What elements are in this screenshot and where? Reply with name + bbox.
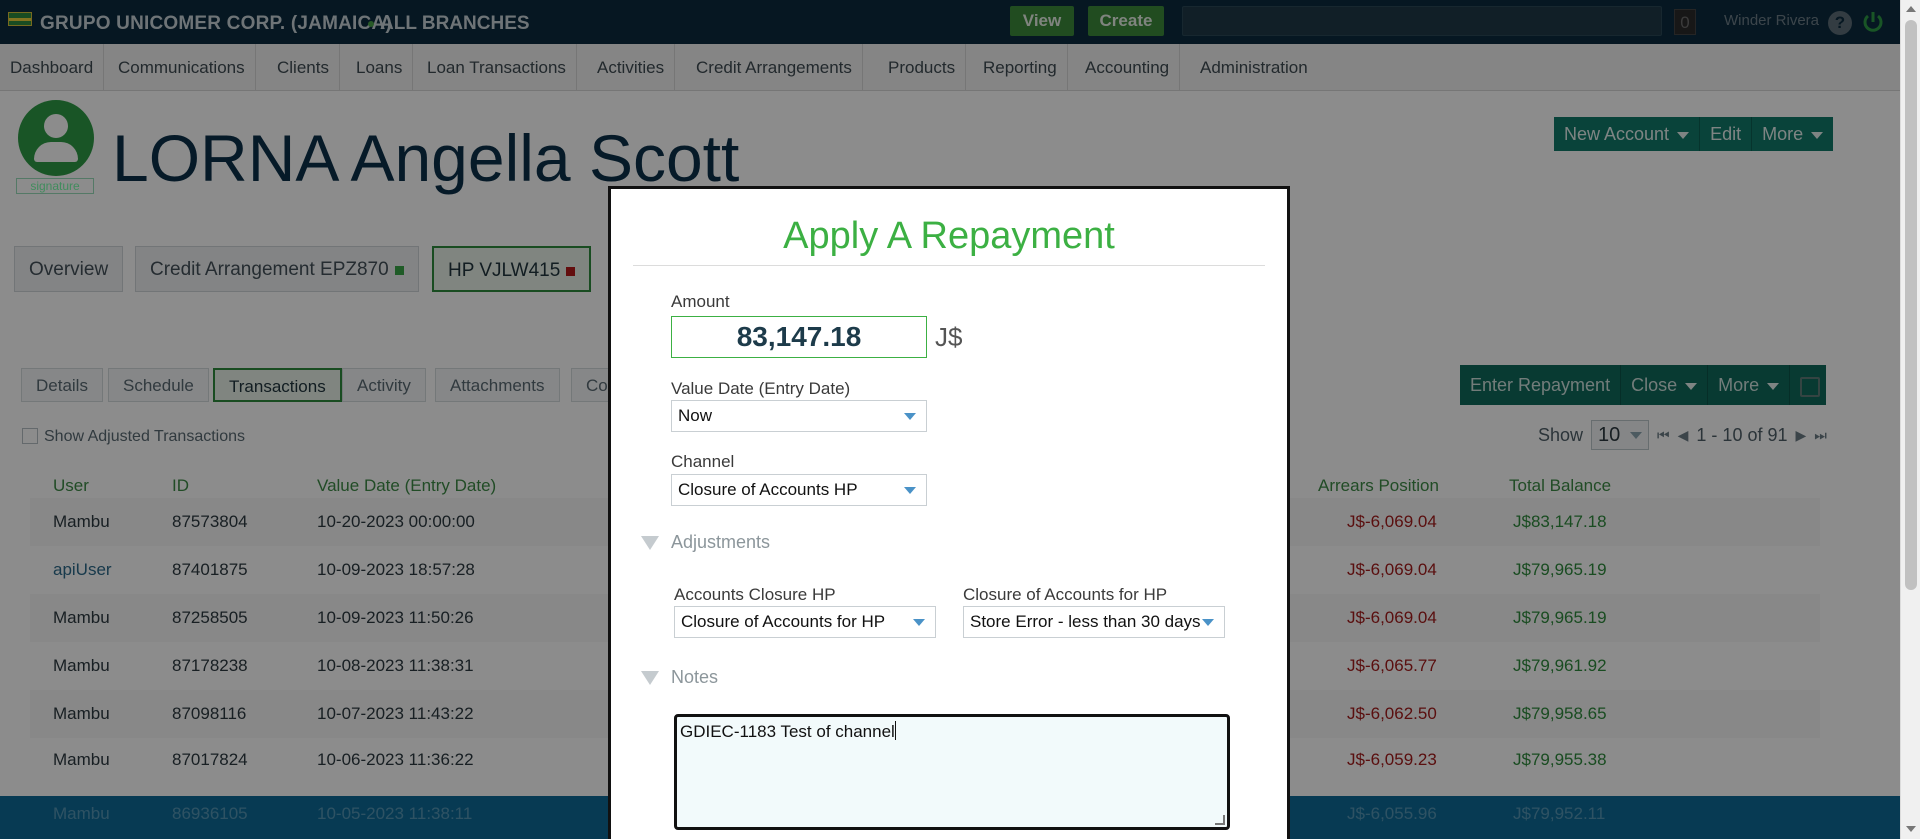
notes-textarea[interactable]: GDIEC-1183 Test of channel — [674, 714, 1230, 830]
amount-label: Amount — [671, 292, 730, 311]
dialog-title: Apply A Repayment — [783, 215, 1115, 257]
accounts-closure-value: Closure of Accounts for HP — [681, 612, 886, 631]
collapse-triangle-icon — [641, 671, 659, 685]
accounts-closure-label: Accounts Closure HP — [674, 585, 836, 604]
notes-text: GDIEC-1183 Test of channel — [680, 722, 895, 741]
channel-value: Closure of Accounts HP — [678, 480, 858, 499]
value-date-value: Now — [678, 406, 713, 425]
resize-handle-icon[interactable] — [1215, 815, 1225, 825]
channel-label: Channel — [671, 452, 735, 471]
page-scrollbar[interactable] — [1900, 0, 1920, 839]
chevron-down-icon — [913, 619, 925, 626]
closure-for-hp-value: Store Error - less than 30 days — [970, 612, 1201, 631]
currency-label: J$ — [935, 322, 963, 352]
scroll-thumb[interactable] — [1905, 20, 1917, 590]
collapse-triangle-icon — [641, 536, 659, 550]
chevron-down-icon — [904, 413, 916, 420]
accounts-closure-select[interactable]: Closure of Accounts for HP — [674, 606, 936, 638]
closure-for-hp-label: Closure of Accounts for HP — [963, 585, 1168, 604]
chevron-down-icon — [904, 487, 916, 494]
text-cursor — [894, 721, 896, 740]
adjustments-section-toggle[interactable]: Adjustments — [641, 532, 770, 553]
closure-for-hp-select[interactable]: Store Error - less than 30 days — [963, 606, 1225, 638]
chevron-down-icon — [1202, 619, 1214, 626]
scroll-down-icon[interactable] — [1906, 826, 1916, 832]
title-divider — [633, 265, 1265, 266]
value-date-select[interactable]: Now — [671, 400, 927, 432]
amount-input[interactable]: 83,147.18 — [671, 316, 927, 358]
adjustments-label: Adjustments — [671, 532, 771, 552]
value-date-label: Value Date (Entry Date) — [671, 379, 851, 398]
apply-repayment-dialog: Apply A Repayment Amount 83,147.18 J$ Va… — [608, 186, 1290, 839]
notes-section-toggle[interactable]: Notes — [641, 667, 718, 688]
notes-label: Notes — [671, 667, 719, 687]
scroll-up-icon[interactable] — [1906, 6, 1916, 12]
channel-select[interactable]: Closure of Accounts HP — [671, 474, 927, 506]
